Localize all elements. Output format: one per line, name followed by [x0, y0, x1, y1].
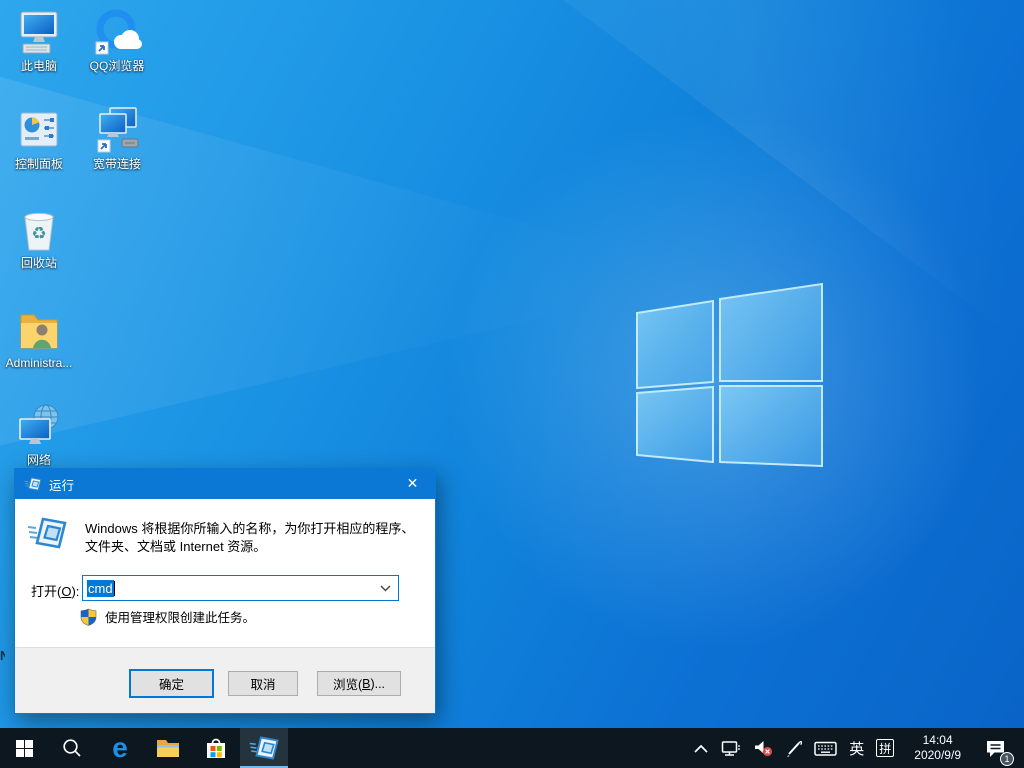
tray-time: 14:04: [922, 733, 953, 747]
run-dialog-icon: [24, 477, 42, 491]
description-line2: 文件夹、文档或 Internet 资源。: [85, 539, 267, 554]
notification-count-badge: 1: [1000, 752, 1014, 766]
file-explorer-icon: [157, 740, 179, 757]
input-selected-text: cmd: [87, 579, 114, 597]
start-button[interactable]: [0, 728, 48, 768]
ok-button[interactable]: 确定: [129, 669, 214, 698]
this-pc-icon: [20, 11, 58, 54]
user-folder-icon: [20, 314, 58, 349]
description-line1: Windows 将根据你所输入的名称，为你打开相应的程序、: [85, 521, 415, 536]
close-button[interactable]: ✕: [390, 469, 435, 498]
tray-show-hidden-icons[interactable]: [687, 728, 715, 768]
run-icon: [27, 517, 67, 549]
network-icon: [19, 404, 59, 444]
run-dialog: 运行 ✕ Windows 将根据你所输入的名称，为你打开相应的程序、 文件夹、文…: [14, 468, 436, 714]
desktop-icon-label: 网络: [26, 453, 51, 467]
desktop-icon-label: QQ浏览器: [89, 59, 145, 73]
svg-text:♻: ♻: [31, 224, 46, 244]
broadband-connection-icon: [97, 107, 139, 153]
action-center-button[interactable]: 1: [979, 728, 1014, 768]
desktop-icon-control-panel[interactable]: 控制面板: [0, 106, 78, 171]
microsoft-store-icon: [207, 738, 225, 758]
desktop-icon-broadband[interactable]: 宽带连接: [78, 104, 156, 171]
desktop-icon-label: 控制面板: [14, 157, 63, 171]
desktop-icon-this-pc[interactable]: 此电脑: [0, 8, 78, 73]
admin-note-text: 使用管理权限创建此任务。: [105, 611, 256, 625]
tray-touch-keyboard[interactable]: [808, 728, 843, 768]
tray-language-indicator[interactable]: 英: [843, 728, 870, 768]
taskbar-edge-button[interactable]: e: [96, 728, 144, 768]
desktop-icon-admin-folder[interactable]: Administra...: [0, 305, 78, 370]
tray-ime-mode[interactable]: 拼: [870, 728, 900, 768]
desktop-icon-qq-browser[interactable]: QQ浏览器: [78, 6, 156, 73]
pen-icon: [787, 740, 803, 757]
run-dialog-description: Windows 将根据你所输入的名称，为你打开相应的程序、 文件夹、文档或 In…: [85, 520, 414, 556]
control-panel-icon: [20, 112, 58, 147]
run-command-input[interactable]: cmd: [82, 575, 399, 601]
run-dialog-titlebar[interactable]: 运行: [15, 469, 435, 499]
uac-shield-icon: [80, 608, 97, 626]
run-dialog-title: 运行: [49, 478, 75, 493]
taskbar-run-button-active[interactable]: [240, 728, 288, 768]
run-icon: [249, 736, 279, 760]
taskbar-file-explorer-button[interactable]: [144, 728, 192, 768]
volume-muted-icon: [755, 741, 773, 757]
tray-date: 2020/9/9: [914, 748, 961, 762]
desktop-icon-network[interactable]: 网络: [0, 402, 78, 467]
text-caret: [113, 580, 115, 596]
tray-clock[interactable]: 14:04 2020/9/9: [906, 733, 969, 763]
open-label: 打开(O):: [31, 584, 80, 599]
desktop-icon-label: 回收站: [20, 256, 57, 270]
tray-windows-ink[interactable]: [779, 728, 808, 768]
browse-button[interactable]: 浏览(B)...: [317, 671, 401, 696]
tray-network[interactable]: [715, 728, 747, 768]
taskbar-store-button[interactable]: [192, 728, 240, 768]
obscured-desktop-icon-label: N: [0, 648, 5, 663]
tray-volume-muted[interactable]: [747, 728, 779, 768]
chevron-down-icon[interactable]: [380, 585, 391, 592]
admin-privileges-note: 使用管理权限创建此任务。: [80, 607, 255, 626]
recycle-bin-icon: ♻: [24, 212, 54, 251]
desktop-icon-recycle-bin[interactable]: ♻ 回收站: [0, 205, 78, 270]
desktop-icon-label: 此电脑: [20, 59, 57, 73]
desktop-icon-label: 宽带连接: [92, 157, 141, 171]
search-icon: [63, 739, 81, 757]
cancel-button[interactable]: 取消: [228, 671, 298, 696]
ime-pinyin-badge: 拼: [876, 739, 895, 757]
keyboard-icon: [814, 741, 838, 756]
edge-icon: e: [112, 732, 128, 763]
close-icon: ✕: [406, 475, 419, 491]
qq-browser-icon: [95, 9, 142, 55]
windows-start-icon: [15, 739, 33, 757]
chevron-up-icon: [694, 744, 708, 753]
system-tray: 英 拼 14:04 2020/9/9 1: [687, 728, 1024, 768]
ethernet-network-icon: [722, 740, 741, 756]
desktop-icon-label: Administra...: [5, 356, 73, 370]
search-button[interactable]: [48, 728, 96, 768]
